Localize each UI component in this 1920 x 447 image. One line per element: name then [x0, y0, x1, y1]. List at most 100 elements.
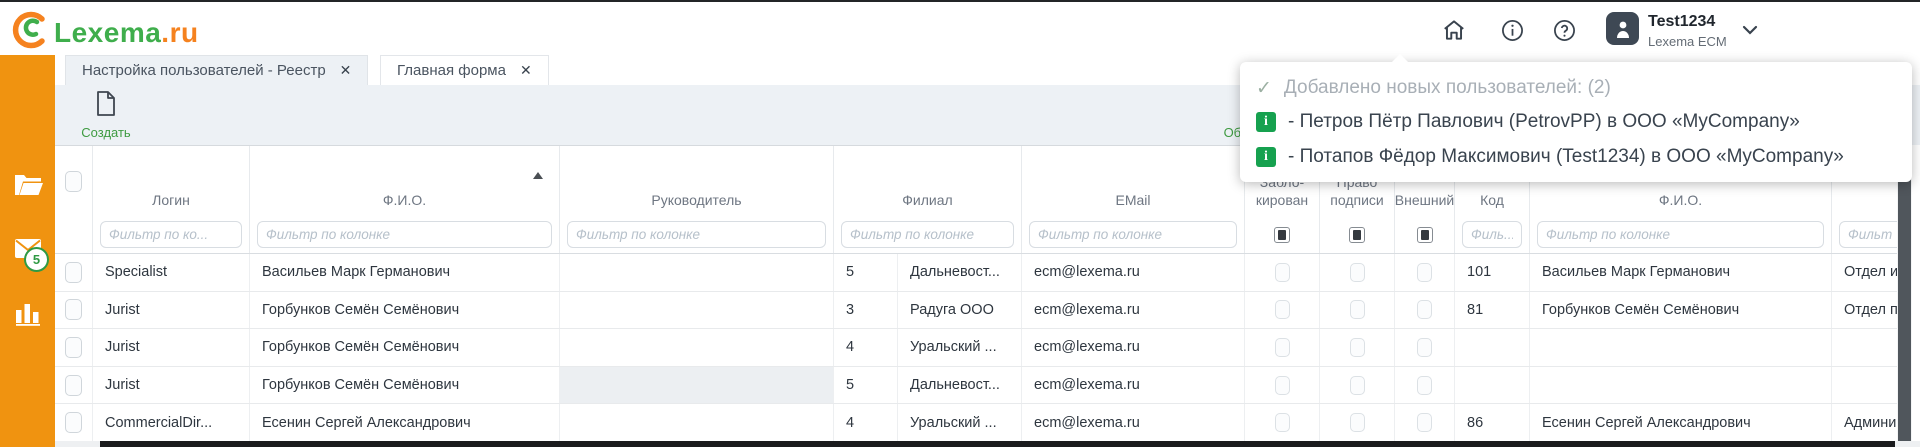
- flag-checkbox-sign[interactable]: [1350, 376, 1365, 395]
- flag-checkbox-sign[interactable]: [1350, 263, 1365, 282]
- table-row[interactable]: JuristГорбунков Семён Семёнович3Радуга О…: [55, 292, 1897, 330]
- cell-email: ecm@lexema.ru: [1022, 329, 1245, 366]
- filter-input-branch[interactable]: [841, 221, 1014, 248]
- filter-input-manager[interactable]: [567, 221, 826, 248]
- table-row[interactable]: SpecialistВасильев Марк Германович5Дальн…: [55, 254, 1897, 292]
- cell-login: Jurist: [93, 329, 250, 366]
- flag-checkbox-blocked[interactable]: [1275, 263, 1290, 282]
- tab-main-form[interactable]: Главная форма ✕: [380, 55, 549, 85]
- flag-checkbox-blocked[interactable]: [1275, 338, 1290, 357]
- flag-checkbox-sign[interactable]: [1350, 300, 1365, 319]
- filter-input-login[interactable]: [100, 221, 242, 248]
- table-row[interactable]: CommercialDir...Есенин Сергей Александро…: [55, 404, 1897, 441]
- notification-toast: ✓ Добавлено новых пользователей: (2) i -…: [1240, 62, 1912, 182]
- filter-cell-branch: [834, 216, 1022, 253]
- vertical-scrollbar-thumb[interactable]: [1898, 152, 1911, 441]
- grid-filter-row: [55, 216, 1897, 254]
- home-icon[interactable]: [1440, 16, 1468, 44]
- filter-cell-code: [1455, 216, 1530, 253]
- flag-checkbox-blocked[interactable]: [1275, 300, 1290, 319]
- header-bar: Lexema.ru Test1234 Lexema ECM: [0, 2, 1920, 55]
- column-header-branch[interactable]: Филиал: [834, 146, 1022, 216]
- row-checkbox[interactable]: [65, 337, 82, 358]
- flag-checkbox-external[interactable]: [1417, 300, 1432, 319]
- filter-cell-manager: [560, 216, 834, 253]
- folder-icon[interactable]: [13, 170, 43, 200]
- lexema-logo[interactable]: Lexema.ru: [10, 10, 199, 55]
- filter-cell-fio: [250, 216, 560, 253]
- row-checkbox[interactable]: [65, 375, 82, 396]
- filter-input-dept[interactable]: [1839, 221, 1897, 248]
- filter-input-fio2[interactable]: [1537, 221, 1824, 248]
- horizontal-scrollbar-thumb[interactable]: [100, 441, 1895, 447]
- cell-sign: [1320, 329, 1395, 366]
- column-label-fio: Ф.И.О.: [383, 192, 426, 210]
- table-row[interactable]: JuristГорбунков Семён Семёнович4Уральски…: [55, 329, 1897, 367]
- filter-cell-select: [55, 216, 93, 253]
- column-header-login[interactable]: Логин: [93, 146, 250, 216]
- chevron-down-icon[interactable]: [1742, 22, 1758, 40]
- cell-email: ecm@lexema.ru: [1022, 367, 1245, 404]
- cell-fio2: Васильев Марк Германович: [1530, 254, 1832, 291]
- column-header-manager[interactable]: Руководитель: [560, 146, 834, 216]
- flag-checkbox-external[interactable]: [1417, 263, 1432, 282]
- grid-body: SpecialistВасильев Марк Германович5Дальн…: [55, 254, 1897, 441]
- flag-checkbox-sign[interactable]: [1350, 413, 1365, 432]
- filter-input-fio[interactable]: [257, 221, 552, 248]
- close-icon[interactable]: ✕: [340, 62, 352, 79]
- cell-branch_name: Уральский ...: [898, 329, 1022, 366]
- filter-input-code[interactable]: [1462, 221, 1522, 248]
- row-checkbox[interactable]: [65, 262, 82, 283]
- flag-checkbox-blocked[interactable]: [1275, 376, 1290, 395]
- toast-arrow: [1392, 54, 1408, 62]
- filter-checkbox-blocked[interactable]: [1274, 227, 1290, 243]
- cell-fio2: [1530, 329, 1832, 366]
- cell-select: [55, 329, 93, 366]
- flag-checkbox-blocked[interactable]: [1275, 413, 1290, 432]
- column-label-fio2: Ф.И.О.: [1659, 192, 1702, 210]
- flag-checkbox-sign[interactable]: [1350, 338, 1365, 357]
- column-header-email[interactable]: EMail: [1022, 146, 1245, 216]
- info-badge-icon: i: [1256, 112, 1276, 132]
- user-avatar[interactable]: [1606, 12, 1639, 45]
- cell-code: [1455, 329, 1530, 366]
- column-label-code: Код: [1480, 192, 1504, 210]
- tab-label: Главная форма: [397, 62, 506, 79]
- cell-select: [55, 404, 93, 441]
- cell-fio: Горбунков Семён Семёнович: [250, 292, 560, 329]
- help-icon[interactable]: [1550, 16, 1578, 44]
- bar-chart-icon[interactable]: [13, 298, 43, 328]
- logo-text-suffix: .ru: [161, 17, 198, 48]
- tab-label: Настройка пользователей - Реестр: [82, 62, 326, 79]
- create-button[interactable]: Создать: [70, 90, 142, 140]
- tab-user-settings-registry[interactable]: Настройка пользователей - Реестр ✕: [65, 55, 368, 85]
- table-row[interactable]: JuristГорбунков Семён Семёнович5Дальнево…: [55, 367, 1897, 405]
- cell-sign: [1320, 292, 1395, 329]
- flag-checkbox-external[interactable]: [1417, 413, 1432, 432]
- filter-checkbox-external[interactable]: [1417, 227, 1433, 243]
- info-icon[interactable]: [1498, 16, 1526, 44]
- cell-fio: Есенин Сергей Александрович: [250, 404, 560, 441]
- column-header-fio[interactable]: Ф.И.О.: [250, 146, 560, 216]
- cell-login: Specialist: [93, 254, 250, 291]
- close-icon[interactable]: ✕: [520, 62, 532, 79]
- cell-blocked: [1245, 329, 1320, 366]
- user-name[interactable]: Test1234: [1648, 13, 1715, 31]
- sidebar: 5: [0, 55, 55, 447]
- filter-cell-external: [1395, 216, 1455, 253]
- filter-checkbox-sign[interactable]: [1349, 227, 1365, 243]
- row-checkbox[interactable]: [65, 299, 82, 320]
- select-all-checkbox[interactable]: [65, 171, 82, 192]
- cell-branch_num: 5: [834, 254, 898, 291]
- notification-header: ✓ Добавлено новых пользователей: (2): [1256, 76, 1894, 100]
- column-label-manager: Руководитель: [651, 192, 741, 210]
- flag-checkbox-external[interactable]: [1417, 376, 1432, 395]
- person-icon: [1613, 18, 1633, 40]
- lexema-logo-icon: [10, 10, 50, 55]
- cell-login: Jurist: [93, 292, 250, 329]
- filter-input-email[interactable]: [1029, 221, 1237, 248]
- flag-checkbox-external[interactable]: [1417, 338, 1432, 357]
- row-checkbox[interactable]: [65, 412, 82, 433]
- filter-checkbox-mark: [1421, 230, 1429, 240]
- cell-select: [55, 254, 93, 291]
